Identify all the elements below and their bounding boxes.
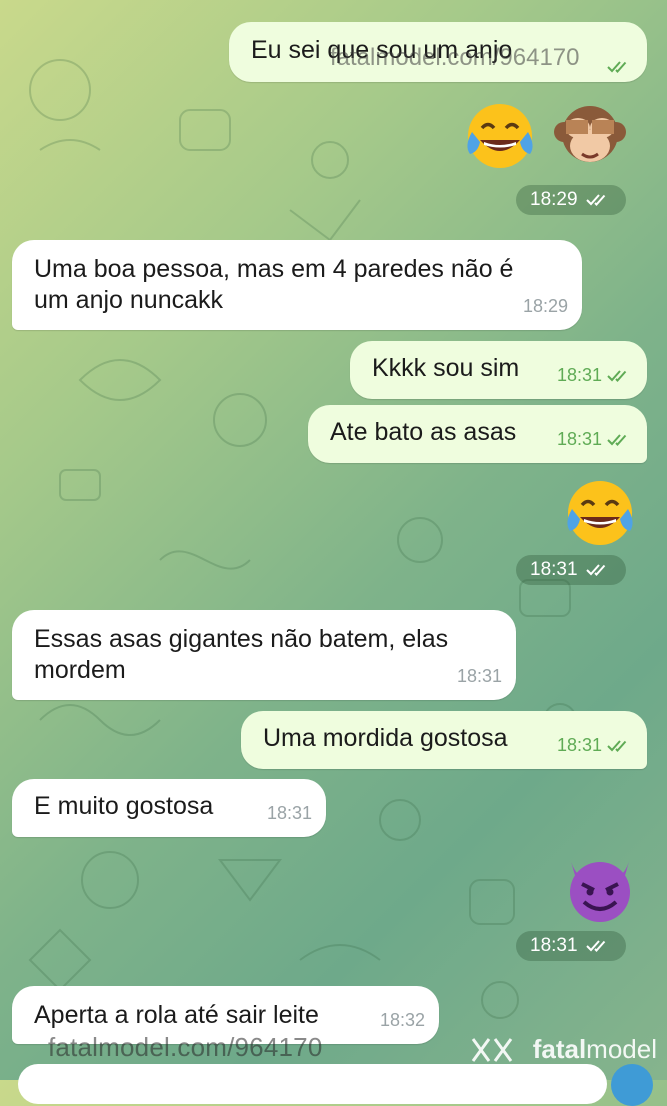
read-double-check-icon: [585, 563, 612, 577]
message-input-field[interactable]: [18, 1064, 607, 1104]
watermark-logo: fatalmodel: [469, 1034, 657, 1065]
message-timestamp: 18:31: [516, 555, 626, 585]
watermark-url-top: fatalmodel.com/964170: [330, 44, 580, 71]
read-double-check-icon: [585, 939, 612, 953]
message-text: Ate bato as asas: [330, 418, 517, 446]
message-meta: 18:29: [522, 296, 568, 316]
message-meta: 18:31: [456, 666, 502, 686]
chat-area[interactable]: Eu sei que sou um anjo 18:29 Uma boa pes…: [0, 0, 667, 1080]
message-meta: 18:31: [557, 730, 633, 761]
message-meta: 18:31: [557, 424, 633, 455]
message-meta: 18:32: [379, 1010, 425, 1030]
message-text-line: mordem: [34, 656, 126, 684]
message-text: Aperta a rola até sair leite: [34, 1001, 319, 1029]
message-incoming[interactable]: E muito gostosa 18:31: [12, 779, 326, 837]
message-timestamp: 18:31: [516, 931, 626, 961]
message-meta: 18:31: [266, 803, 312, 823]
send-button[interactable]: [611, 1064, 653, 1106]
message-incoming[interactable]: Uma boa pessoa, mas em 4 paredes não é u…: [12, 240, 582, 330]
message-text: Uma mordida gostosa: [263, 724, 508, 752]
message-outgoing[interactable]: Kkkk sou sim 18:31: [350, 341, 647, 399]
read-double-check-icon: [607, 739, 633, 753]
smiling-face-with-horns-icon: [570, 858, 630, 922]
read-double-check-icon: [585, 193, 612, 207]
message-text-line: Essas asas gigantes não batem, elas: [34, 625, 449, 653]
message-meta: 18:31: [557, 360, 633, 391]
read-double-check-icon: [607, 433, 633, 447]
message-text-line: um anjo nuncakk: [34, 286, 224, 314]
face-with-tears-of-joy-icon: [567, 481, 633, 545]
watermark-url: fatalmodel.com/964170: [48, 1032, 323, 1062]
see-no-evil-monkey-icon: [554, 106, 626, 162]
read-double-check-icon: [607, 60, 633, 74]
message-timestamp: 18:29: [516, 185, 626, 215]
message-text-line: Uma boa pessoa, mas em 4 paredes não é: [34, 255, 514, 283]
emoji-message[interactable]: [462, 98, 628, 174]
message-meta: [607, 60, 633, 74]
message-text: E muito gostosa: [34, 792, 214, 820]
message-outgoing[interactable]: Uma mordida gostosa 18:31: [241, 711, 647, 769]
face-with-tears-of-joy-icon: [467, 104, 533, 168]
message-incoming[interactable]: Essas asas gigantes não batem, elas mord…: [12, 610, 516, 700]
read-double-check-icon: [607, 369, 633, 383]
message-outgoing[interactable]: Ate bato as asas 18:31: [308, 405, 647, 463]
watermark-brand: fatalmodel: [532, 1034, 657, 1064]
message-text: Kkkk sou sim: [372, 354, 520, 382]
emoji-message[interactable]: [562, 850, 638, 926]
fatalmodel-logo-icon: [471, 1037, 512, 1062]
emoji-message[interactable]: [562, 475, 638, 551]
